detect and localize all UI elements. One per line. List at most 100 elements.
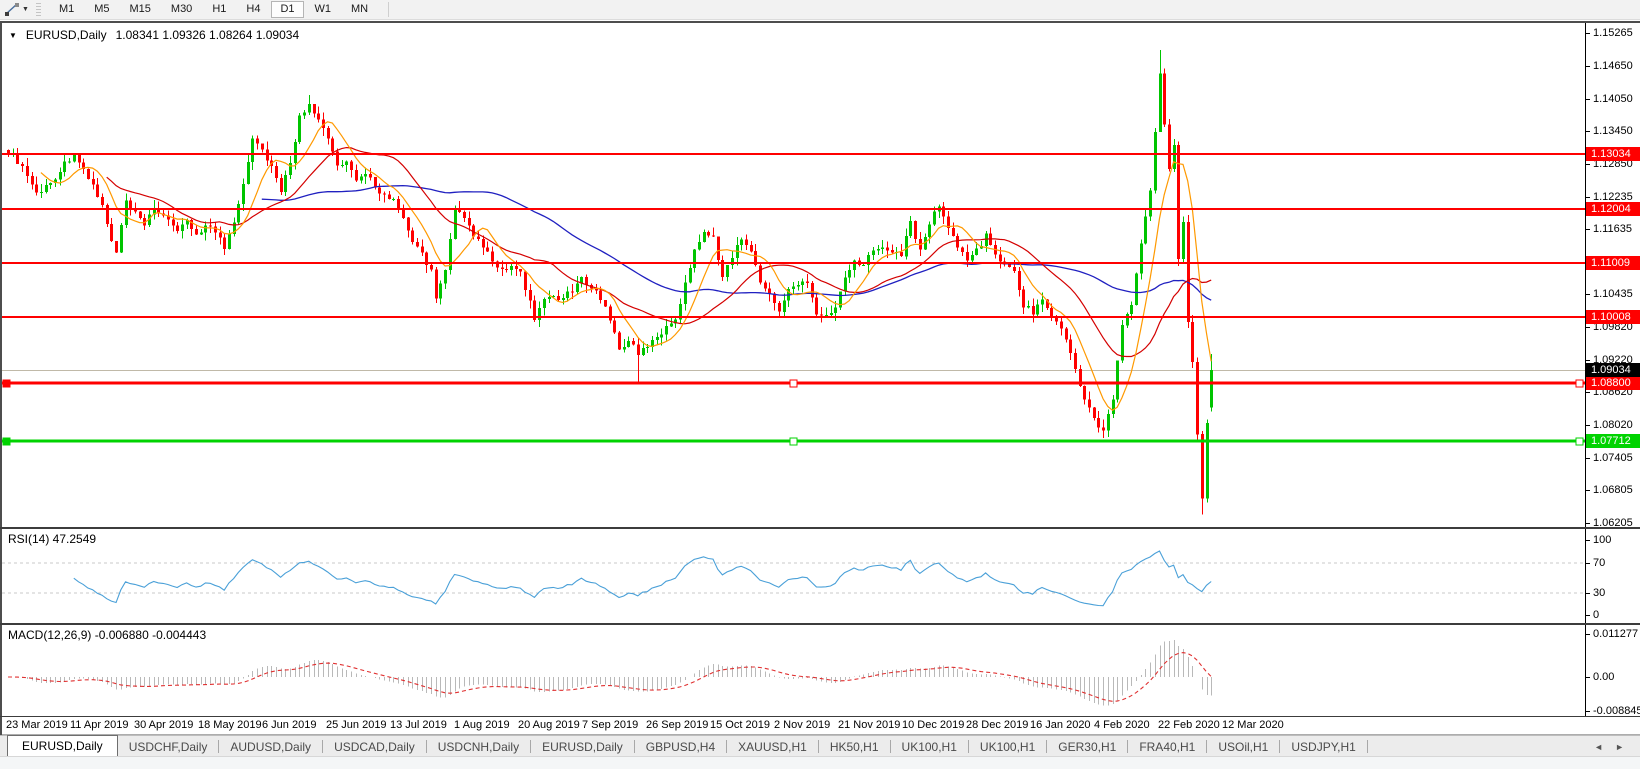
time-axis-label: 15 Oct 2019 (710, 719, 770, 731)
price-tick: 1.15265 (1586, 27, 1640, 40)
chart-tab-ger30-h1[interactable]: GER30,H1 (1047, 737, 1127, 757)
chart-tab-uk100-h1[interactable]: UK100,H1 (969, 737, 1046, 757)
time-axis-label: 16 Jan 2020 (1030, 719, 1091, 731)
horizontal-levels-group (2, 154, 1585, 445)
chart-tab-usoil-h1[interactable]: USOil,H1 (1207, 737, 1279, 757)
timeframe-button-h1[interactable]: H1 (203, 1, 235, 18)
level-price-label: 1.08800 (1586, 376, 1640, 390)
tick-dash (1586, 229, 1590, 230)
tick-dash (1586, 360, 1590, 361)
dropdown-arrow-icon[interactable]: ▼ (22, 6, 29, 13)
level-price-label: 1.07712 (1586, 434, 1640, 448)
chart-tab-usdjpy-h1[interactable]: USDJPY,H1 (1280, 737, 1366, 757)
tick-dash (1586, 523, 1590, 524)
timeframe-button-m15[interactable]: M15 (121, 1, 160, 18)
time-axis-label: 26 Sep 2019 (646, 719, 708, 731)
time-axis-label: 28 Dec 2019 (966, 719, 1028, 731)
chart-tab-eurusd-daily[interactable]: EURUSD,Daily (7, 735, 118, 757)
price-tick: 1.14650 (1586, 60, 1640, 73)
tick-dash (1586, 490, 1590, 491)
timeframe-button-m5[interactable]: M5 (85, 1, 118, 18)
trendline-tool-icon[interactable] (4, 2, 20, 17)
tick-dash (1586, 458, 1590, 459)
time-axis-label: 10 Dec 2019 (902, 719, 964, 731)
time-axis-label: 11 Apr 2019 (70, 719, 129, 731)
rsi-axis-label: 100 (1586, 534, 1640, 547)
timeframe-button-mn[interactable]: MN (342, 1, 377, 18)
timeframe-button-d1[interactable]: D1 (271, 1, 303, 18)
chart-tabs: EURUSD,DailyUSDCHF,DailyAUDUSD,DailyUSDC… (0, 736, 1368, 757)
macd-panel[interactable]: MACD(12,26,9) -0.006880 -0.004443 (2, 625, 1585, 716)
chart-symbol-label: EURUSD,Daily (26, 28, 107, 42)
tab-scroll-left-icon[interactable]: ◄ (1594, 742, 1603, 752)
timeframe-button-m30[interactable]: M30 (162, 1, 201, 18)
tick-dash (1586, 66, 1590, 67)
price-tick: 1.14050 (1586, 93, 1640, 106)
macd-label: MACD(12,26,9) -0.006880 -0.004443 (8, 628, 206, 642)
macd-plot (2, 625, 1585, 716)
chart-tab-xauusd-h1[interactable]: XAUUSD,H1 (727, 737, 818, 757)
candlestick-chart (2, 23, 1585, 527)
tick-dash (1586, 327, 1590, 328)
rsi-axis-label: 70 (1586, 557, 1640, 570)
chart-tab-bar: EURUSD,DailyUSDCHF,DailyAUDUSD,DailyUSDC… (0, 735, 1640, 757)
chart-tab-hk50-h1[interactable]: HK50,H1 (819, 737, 890, 757)
time-axis-label: 18 May 2019 (198, 719, 262, 731)
time-axis[interactable]: 23 Mar 201911 Apr 2019 30 Apr 2019 18 May … (2, 717, 1640, 735)
time-axis-label: 1 Aug 2019 (454, 719, 510, 731)
price-tick: 1.06205 (1586, 517, 1640, 527)
collapse-arrow-icon[interactable]: ▼ (9, 31, 17, 40)
rsi-axis[interactable]: 100 70 30 0 (1586, 529, 1640, 623)
rsi-label: RSI(14) 47.2549 (8, 532, 96, 546)
timeframe-buttons: M1M5M15M30H1H4D1W1MN (49, 1, 378, 18)
time-axis-label: 13 Jul 2019 (390, 719, 447, 731)
chart-tab-usdchf-daily[interactable]: USDCHF,Daily (118, 737, 219, 757)
tab-divider (1367, 740, 1368, 753)
tick-dash (1586, 33, 1590, 34)
price-tick: 1.06805 (1586, 484, 1640, 497)
time-axis-label: 4 Feb 2020 (1094, 719, 1150, 731)
level-price-label: 1.11009 (1586, 256, 1640, 270)
toolbar-grip[interactable] (36, 3, 41, 17)
main-chart-panel[interactable]: ▼ EURUSD,Daily 1.08341 1.09326 1.08264 1… (2, 23, 1585, 527)
chart-tab-fra40-h1[interactable]: FRA40,H1 (1128, 737, 1206, 757)
price-tick: 1.07405 (1586, 452, 1640, 465)
rsi-panel[interactable]: RSI(14) 47.2549 (2, 529, 1585, 623)
tick-dash (1586, 131, 1590, 132)
level-price-label: 1.10008 (1586, 310, 1640, 324)
timeframe-button-m1[interactable]: M1 (50, 1, 83, 18)
time-axis-label: 23 Mar 2019 (6, 719, 68, 731)
timeframe-button-h4[interactable]: H4 (237, 1, 269, 18)
rsi-axis-label: 30 (1586, 587, 1640, 600)
macd-axis[interactable]: 0.0112770.00-0.008845 (1586, 625, 1640, 716)
current-price-label: 1.09034 (1586, 363, 1640, 377)
toolbar-separator (388, 2, 389, 17)
chart-tab-gbpusd-h4[interactable]: GBPUSD,H4 (635, 737, 726, 757)
price-axis[interactable]: 1.152651.146501.140501.134501.128501.122… (1586, 23, 1640, 527)
tick-dash (1586, 540, 1590, 541)
chart-tab-usdcad-daily[interactable]: USDCAD,Daily (323, 737, 426, 757)
tick-dash (1586, 164, 1590, 165)
rsi-plot (2, 529, 1585, 623)
timeframe-button-w1[interactable]: W1 (306, 1, 341, 18)
chart-tab-audusd-daily[interactable]: AUDUSD,Daily (219, 737, 322, 757)
chart-tab-uk100-h1[interactable]: UK100,H1 (891, 737, 968, 757)
tick-dash (1586, 294, 1590, 295)
tick-dash (1586, 99, 1590, 100)
tab-scroll-right-icon[interactable]: ► (1615, 742, 1624, 752)
tick-dash (1586, 615, 1590, 616)
status-strip (0, 756, 1640, 769)
price-tick: 1.08020 (1586, 419, 1640, 432)
rsi-axis-label: 0 (1586, 609, 1640, 622)
chart-tab-usdcnh-daily[interactable]: USDCNH,Daily (427, 737, 530, 757)
time-axis-label: 25 Jun 2019 (326, 719, 387, 731)
tab-scroll-buttons: ◄ ► (1578, 742, 1640, 757)
tick-dash (1586, 593, 1590, 594)
time-axis-label: 20 Aug 2019 (518, 719, 580, 731)
chart-tab-eurusd-daily[interactable]: EURUSD,Daily (531, 737, 634, 757)
price-tick: 1.13450 (1586, 125, 1640, 138)
time-axis-label: 2 Nov 2019 (774, 719, 830, 731)
tick-dash (1586, 711, 1590, 712)
price-tick: 1.10435 (1586, 288, 1640, 301)
time-axis-label: 30 Apr 2019 (134, 719, 193, 731)
